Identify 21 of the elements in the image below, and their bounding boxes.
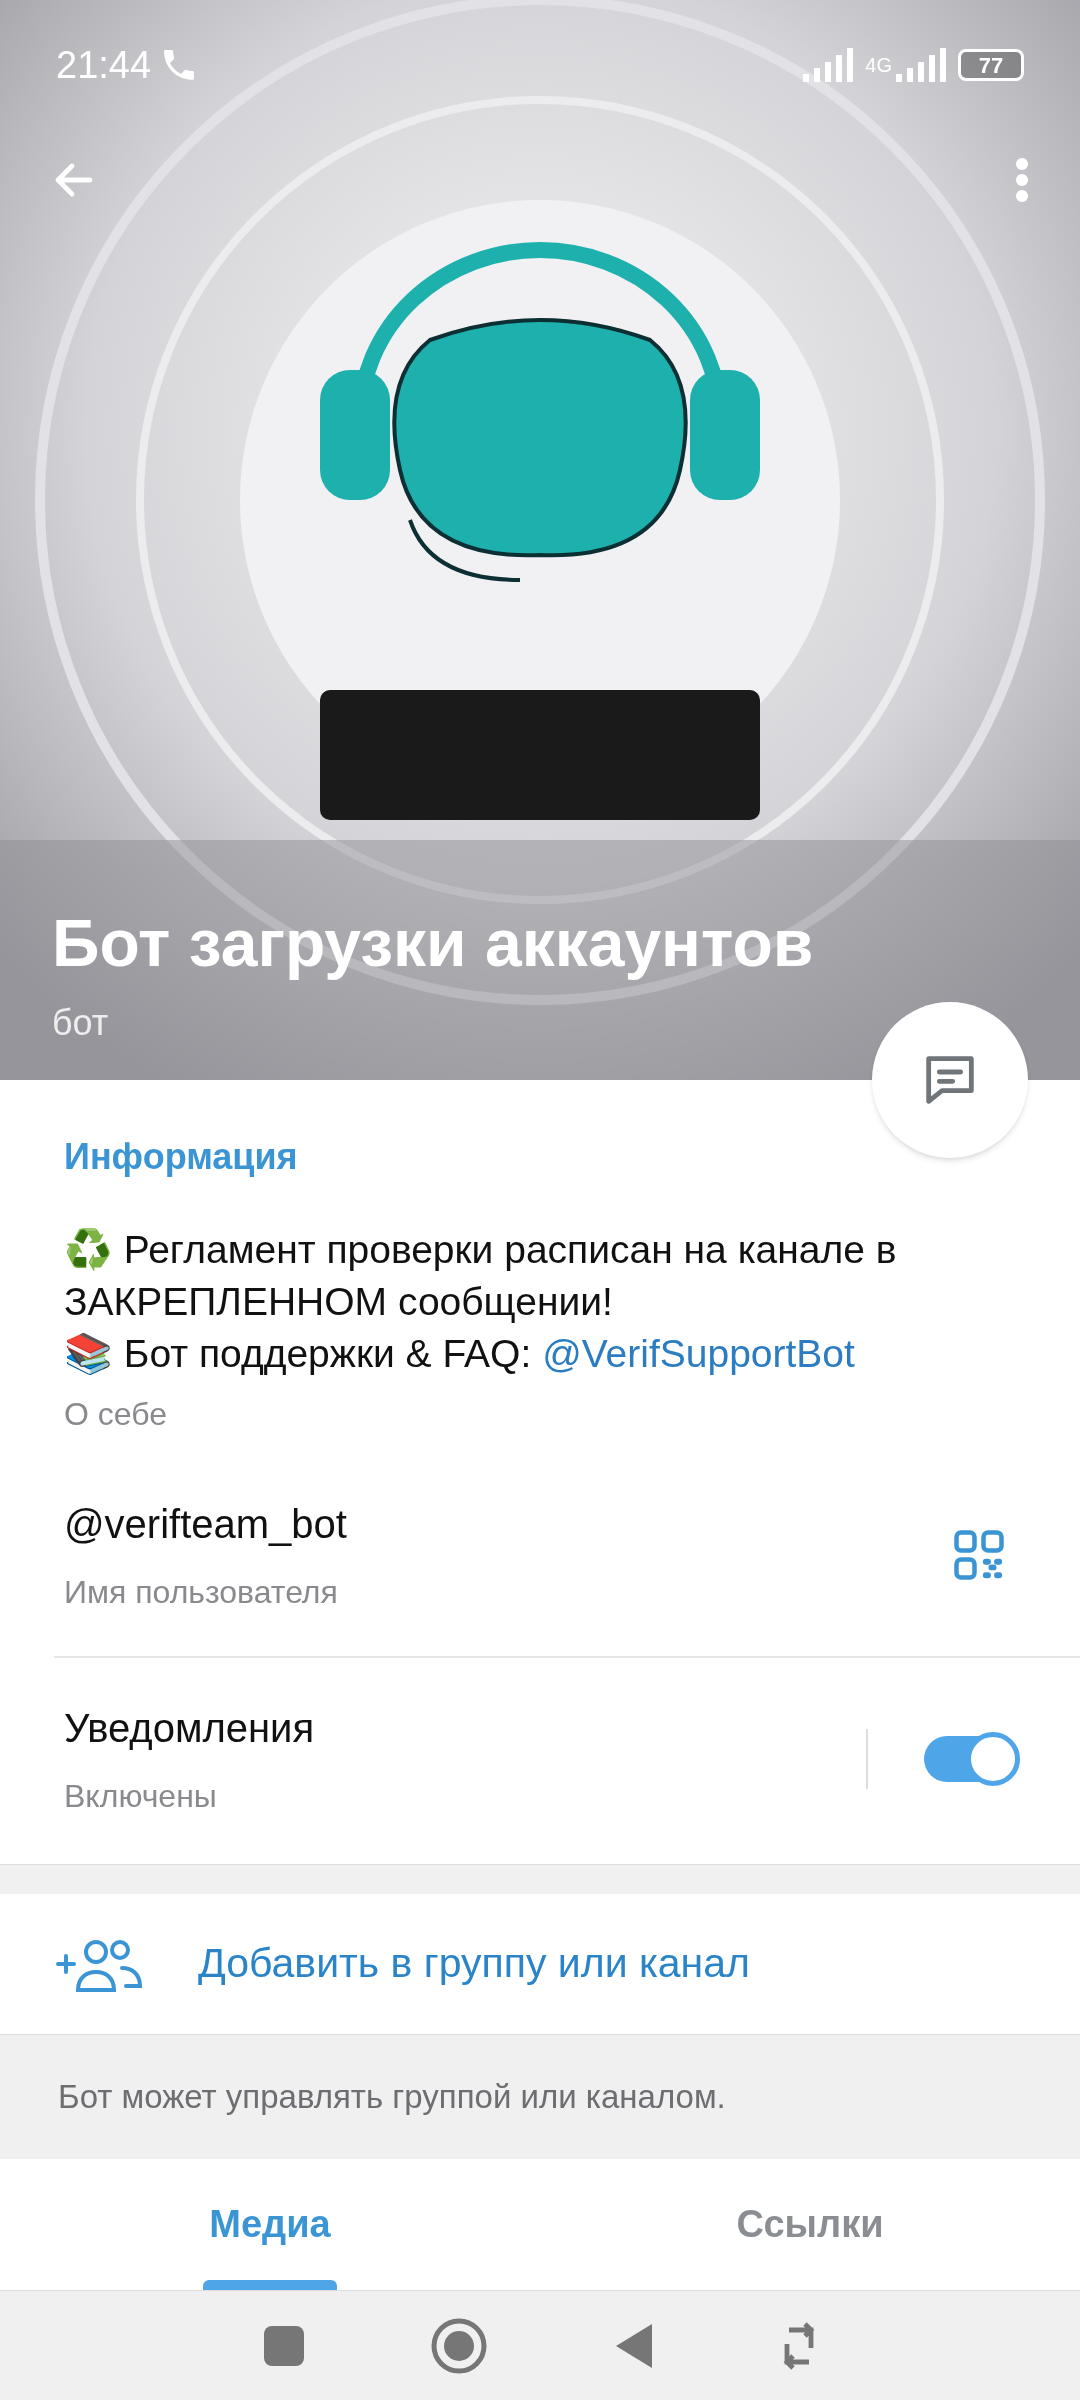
bio-text: ♻ Регламент проверки расписан на канале в ЗАКРЕПЛЕННОМ сообщении! 📚 Бот поддержки & FAQ: @VerifSupportBot — [64, 1227, 898, 1377]
notifications-title: Уведомления — [64, 1705, 316, 1752]
signal-icon — [896, 48, 946, 82]
add-to-group-button[interactable]: Добавить в группу или канал — [0, 1894, 1080, 2034]
tab[interactable]: Медиа — [0, 2159, 540, 2290]
profile-subtitle: бот — [52, 1001, 110, 1045]
profile-title: Бот загрузки аккаунтов — [52, 904, 815, 982]
status-time: 21:44 — [56, 42, 152, 88]
section-heading: Информация — [64, 1135, 299, 1179]
bot-link[interactable]: @VerifSupportBot — [542, 1332, 855, 1375]
username-text: @verifteam_bot — [64, 1501, 348, 1548]
bio-caption: О себе — [64, 1395, 168, 1434]
recent-apps-icon[interactable] — [263, 2325, 304, 2366]
qr-code-icon[interactable] — [952, 1528, 1006, 1582]
hint-text: Бот может управлять группой или каналом. — [58, 2077, 726, 2118]
username-caption: Имя пользователя — [64, 1573, 339, 1612]
battery-indicator: 77 — [958, 49, 1024, 81]
signal-icon — [803, 48, 854, 82]
notifications-caption: Включены — [64, 1777, 218, 1816]
home-icon[interactable] — [430, 2317, 487, 2374]
tab[interactable]: Ссылки — [540, 2159, 1080, 2290]
